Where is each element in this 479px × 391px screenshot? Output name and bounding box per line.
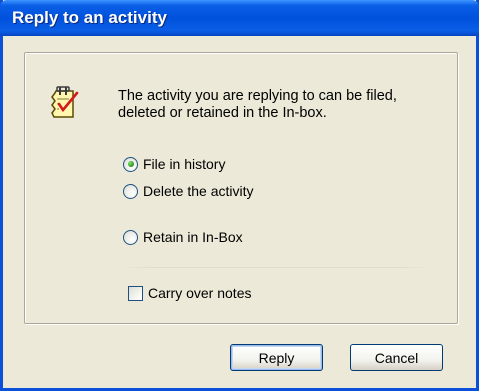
dialog-title: Reply to an activity [12,8,167,27]
radio-file-in-history[interactable]: File in history [123,154,225,174]
separator [121,267,431,268]
carry-over-notes-checkbox[interactable]: Carry over notes [128,283,251,303]
radio-button[interactable] [123,229,138,245]
dialog-message: The activity you are replying to can be … [118,88,397,121]
document-check-icon [47,85,83,121]
radio-retain-inbox[interactable]: Retain in In-Box [123,227,243,247]
radio-label: Delete the activity [143,183,254,199]
radio-button[interactable] [123,183,138,199]
options-group: The activity you are replying to can be … [24,52,458,324]
radio-button-checked[interactable] [123,156,138,172]
checkbox-label: Carry over notes [148,285,252,301]
radio-label: Retain in In-Box [143,229,243,245]
reply-button[interactable]: Reply [230,344,323,371]
cancel-button[interactable]: Cancel [350,344,443,371]
title-bar[interactable]: Reply to an activity [0,0,479,36]
reply-dialog: Reply to an activity The activity you ar… [0,0,479,391]
checkbox-box[interactable] [128,285,143,301]
radio-delete-activity[interactable]: Delete the activity [123,181,254,201]
radio-label: File in history [143,156,226,172]
